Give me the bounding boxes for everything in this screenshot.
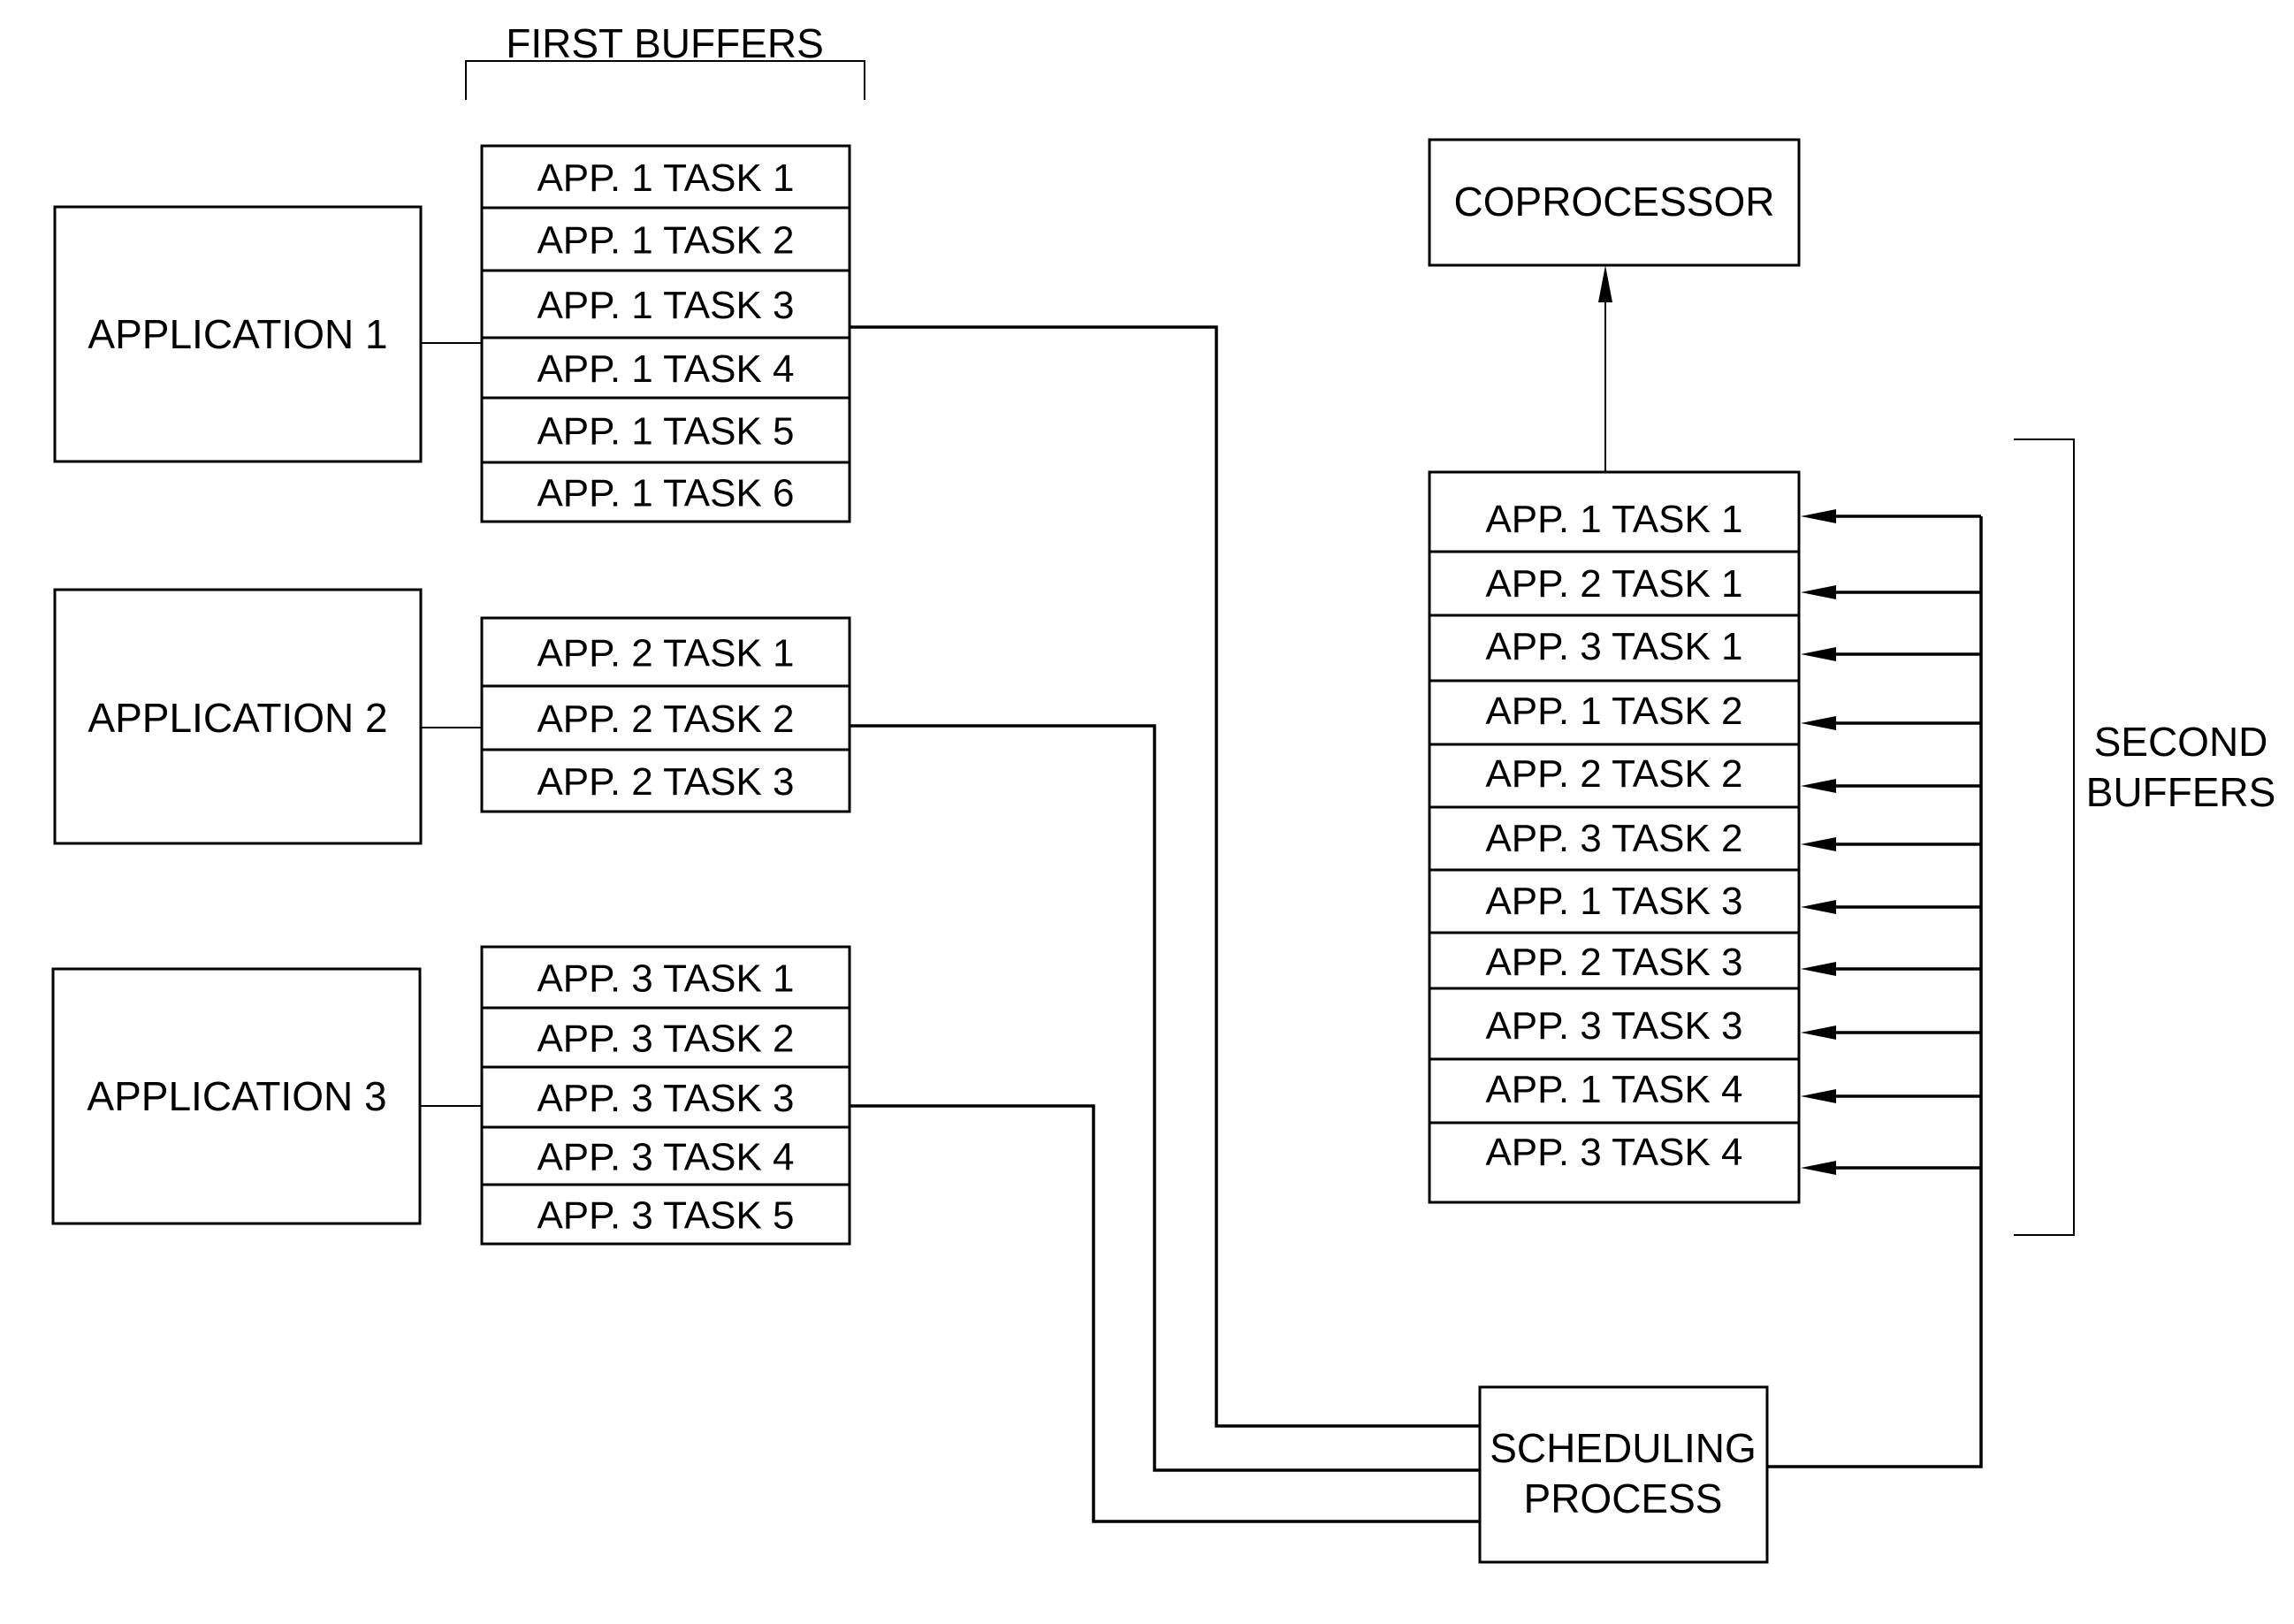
coprocessor-label: COPROCESSOR bbox=[1454, 179, 1775, 225]
first-buffer-stack-frame bbox=[480, 144, 851, 523]
application-1: APPLICATION 1 bbox=[53, 205, 482, 463]
second-buffer-task: APP. 1 TASK 1 bbox=[1485, 498, 1742, 541]
scheduling-process-label-line1: SCHEDULING bbox=[1490, 1425, 1757, 1471]
wire-app2-task2-to-scheduler bbox=[850, 724, 1480, 1472]
second-buffers-annotation: SECOND BUFFERS bbox=[2014, 438, 2276, 1236]
second-buffers-label-line2: BUFFERS bbox=[2086, 769, 2276, 815]
first-buffer-task: APP. 1 TASK 1 bbox=[537, 156, 794, 200]
application-3-label: APPLICATION 3 bbox=[87, 1073, 386, 1119]
application-2: APPLICATION 2 bbox=[53, 588, 482, 845]
arrow-left-icon bbox=[1801, 1161, 1836, 1175]
second-buffer-task: APP. 2 TASK 1 bbox=[1485, 562, 1742, 606]
first-buffer-task: APP. 1 TASK 5 bbox=[537, 410, 794, 454]
second-buffer-task: APP. 2 TASK 3 bbox=[1485, 941, 1742, 984]
first-buffer-task: APP. 3 TASK 3 bbox=[537, 1077, 794, 1120]
first-buffers-annotation: FIRST BUFFERS bbox=[465, 20, 865, 100]
first-buffer-task: APP. 2 TASK 1 bbox=[537, 632, 794, 675]
arrow-left-icon bbox=[1801, 900, 1836, 914]
scheduling-process-box bbox=[1478, 1385, 1769, 1564]
first-buffer-task: APP. 1 TASK 6 bbox=[537, 472, 794, 515]
second-buffer-task: APP. 3 TASK 1 bbox=[1485, 625, 1742, 668]
arrow-left-icon bbox=[1801, 837, 1836, 851]
wire-app1-task3-to-scheduler bbox=[850, 325, 1480, 1428]
first-buffer-task: APP. 1 TASK 2 bbox=[537, 219, 794, 263]
first-buffers-app-1: APP. 1 TASK 1 APP. 1 TASK 2 APP. 1 TASK 3 A… bbox=[480, 144, 851, 523]
scheduling-process: SCHEDULING PROCESS bbox=[1478, 1385, 1769, 1564]
first-buffer-task: APP. 3 TASK 4 bbox=[537, 1136, 794, 1179]
wire-app3-task3-to-scheduler bbox=[850, 1104, 1480, 1523]
first-buffer-task: APP. 1 TASK 4 bbox=[537, 347, 794, 391]
arrow-left-icon bbox=[1801, 585, 1836, 599]
scheduling-process-label-line2: PROCESS bbox=[1524, 1475, 1723, 1521]
arrow-left-icon bbox=[1801, 509, 1836, 523]
coprocessor: COPROCESSOR bbox=[1428, 138, 1801, 267]
arrow-left-icon bbox=[1801, 1089, 1836, 1103]
arrow-up-icon bbox=[1598, 265, 1612, 302]
second-buffer-task: APP. 3 TASK 3 bbox=[1485, 1004, 1742, 1048]
first-buffer-task: APP. 2 TASK 3 bbox=[537, 760, 794, 804]
first-buffers-bracket bbox=[465, 60, 865, 100]
task-scheduling-diagram: FIRST BUFFERS APPLICATION 1 APPLICATION … bbox=[51, 20, 2276, 1564]
second-buffers: APP. 1 TASK 1 APP. 2 TASK 1 APP. 3 TASK 1 A… bbox=[1428, 470, 1981, 1204]
second-buffer-task: APP. 3 TASK 4 bbox=[1485, 1131, 1742, 1174]
application-1-label: APPLICATION 1 bbox=[88, 311, 387, 357]
second-buffer-task: APP. 1 TASK 2 bbox=[1485, 690, 1742, 733]
second-buffer-task: APP. 1 TASK 3 bbox=[1485, 880, 1742, 923]
first-buffers-app-2: APP. 2 TASK 1 APP. 2 TASK 2 APP. 2 TASK 3 bbox=[480, 616, 851, 813]
second-buffer-task: APP. 2 TASK 2 bbox=[1485, 752, 1742, 796]
application-2-label: APPLICATION 2 bbox=[88, 695, 387, 741]
second-buffers-bracket bbox=[2014, 438, 2075, 1236]
first-buffer-task: APP. 3 TASK 5 bbox=[537, 1194, 794, 1238]
first-buffers-app-3: APP. 3 TASK 1 APP. 3 TASK 2 APP. 3 TASK 3 A… bbox=[480, 945, 851, 1246]
first-buffer-task: APP. 2 TASK 2 bbox=[537, 698, 794, 741]
second-buffer-task: APP. 3 TASK 2 bbox=[1485, 817, 1742, 860]
arrow-left-icon bbox=[1801, 716, 1836, 730]
arrow-left-icon bbox=[1801, 1025, 1836, 1040]
second-buffer-task: APP. 1 TASK 4 bbox=[1485, 1068, 1742, 1111]
arrow-left-icon bbox=[1801, 779, 1836, 793]
second-buffers-label-line1: SECOND bbox=[2094, 719, 2268, 765]
arrow-left-icon bbox=[1801, 647, 1836, 661]
first-buffers-label: FIRST BUFFERS bbox=[506, 20, 824, 66]
first-buffer-task: APP. 3 TASK 2 bbox=[537, 1018, 794, 1061]
first-buffer-task: APP. 1 TASK 3 bbox=[537, 284, 794, 327]
first-buffer-task: APP. 3 TASK 1 bbox=[537, 957, 794, 1001]
arrow-left-icon bbox=[1801, 962, 1836, 976]
application-3: APPLICATION 3 bbox=[51, 967, 482, 1225]
